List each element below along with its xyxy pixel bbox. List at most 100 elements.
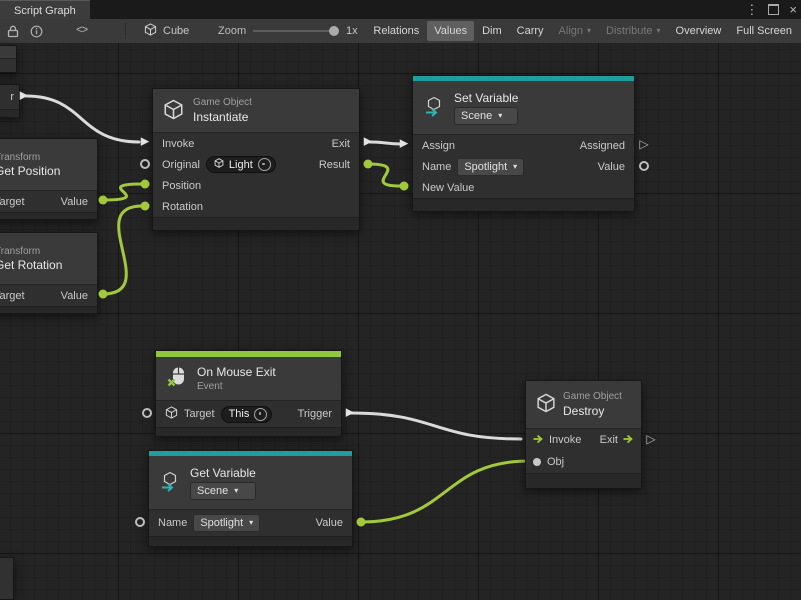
variable-name-dropdown[interactable]: Spotlight ▾ — [193, 514, 260, 532]
tab-menu-icon[interactable]: ⋮ — [745, 3, 758, 16]
relations-button[interactable]: Relations — [366, 21, 426, 41]
port-label-value: Value — [598, 161, 625, 173]
object-picker-icon[interactable] — [258, 158, 271, 171]
node-title: Destroy — [563, 404, 622, 418]
obj-port-dot[interactable] — [533, 458, 541, 466]
graph-owner-label: Cube — [163, 25, 189, 37]
variable-kind-dropdown[interactable]: Scene ▾ — [454, 107, 518, 125]
close-icon[interactable]: × — [789, 3, 797, 16]
chevron-down-icon: ▾ — [513, 163, 517, 171]
unity-script-graph-window: Script Graph ⋮ × <> Cube Zoom — [0, 0, 801, 600]
port-set-variable-value-output[interactable] — [639, 161, 649, 171]
node-category: Game Object — [563, 391, 622, 402]
port-label-trigger: Trigger — [298, 408, 332, 420]
port-label-name: Name — [422, 161, 451, 173]
node-fragment-bottom[interactable] — [0, 557, 14, 600]
port-label-original: Original — [162, 159, 200, 171]
port-instantiate-invoke-input[interactable]: ▶ — [141, 137, 149, 148]
port-label-target: Target — [184, 408, 215, 420]
node-category: Game Object — [193, 97, 252, 108]
node-get-rotation[interactable]: Transform Get Rotation Target Value — [0, 232, 98, 314]
game-object-icon — [536, 393, 556, 416]
port-instantiate-result-output[interactable] — [364, 160, 373, 169]
distribute-button[interactable]: Distribute ▾ — [599, 21, 667, 41]
port-mouse-exit-target-input[interactable] — [142, 408, 152, 418]
port-label-invoke: Invoke — [549, 434, 581, 446]
cube-icon — [165, 406, 178, 422]
tab-bar: Script Graph ⋮ × — [0, 0, 801, 19]
node-category: Transform — [0, 152, 40, 163]
node-title: Get Rotation — [0, 258, 62, 272]
port-set-variable-assign-input[interactable]: ▶ — [400, 139, 408, 150]
node-get-variable[interactable]: Get Variable Scene ▾ Name Spotlight ▾ Va… — [148, 450, 353, 547]
full-screen-button[interactable]: Full Screen — [729, 21, 799, 41]
dim-button[interactable]: Dim — [475, 21, 509, 41]
chevron-down-icon: ▾ — [234, 487, 238, 495]
zoom-slider-track[interactable] — [253, 30, 339, 32]
carry-button[interactable]: Carry — [510, 21, 551, 41]
node-resize-strip — [0, 109, 19, 117]
flow-out-arrow-icon[interactable] — [623, 434, 634, 447]
node-on-mouse-exit[interactable]: On Mouse Exit Event Target This Trigger — [155, 350, 342, 437]
port-instantiate-exit-output[interactable]: ▶ — [364, 137, 372, 148]
maximize-icon[interactable] — [768, 4, 779, 15]
cube-icon — [214, 158, 224, 171]
node-resize-strip — [153, 217, 359, 230]
object-field-this[interactable]: This — [221, 406, 273, 423]
tab-script-graph[interactable]: Script Graph — [0, 0, 90, 20]
port-label-result: Result — [319, 159, 350, 171]
variable-name-dropdown[interactable]: Spotlight ▾ — [457, 158, 524, 176]
port-get-rotation-value-output[interactable] — [99, 290, 108, 299]
node-fragment-event[interactable]: r — [0, 84, 20, 117]
window-controls: ⋮ × — [745, 0, 797, 19]
port-instantiate-rotation-input[interactable] — [141, 202, 150, 211]
port-label-rotation: Rotation — [162, 201, 203, 213]
port-get-position-value-output[interactable] — [99, 196, 108, 205]
zoom-slider-handle[interactable] — [329, 26, 339, 36]
port-mouse-exit-trigger-output[interactable]: ▶ — [346, 408, 354, 419]
toolbar-separator — [125, 23, 126, 39]
node-instantiate[interactable]: Game Object Instantiate Invoke Exit Orig… — [152, 88, 360, 231]
port-label-value: Value — [316, 517, 343, 529]
zoom-value: 1x — [346, 19, 358, 43]
graph-owner[interactable]: Cube — [144, 19, 189, 43]
info-icon[interactable] — [30, 19, 43, 43]
variable-kind-dropdown[interactable]: Scene ▾ — [190, 482, 256, 500]
zoom-slider[interactable] — [253, 19, 339, 43]
chevron-down-icon: ▾ — [249, 519, 253, 527]
port-get-variable-value-output[interactable] — [357, 518, 366, 527]
node-fragment-top[interactable] — [0, 45, 17, 73]
variable-icon — [423, 95, 445, 120]
port-instantiate-position-input[interactable] — [141, 180, 150, 189]
object-field-light[interactable]: Light — [206, 156, 276, 173]
node-title: Get Position — [0, 164, 60, 178]
node-get-position[interactable]: Transform Get Position Target Value — [0, 138, 98, 220]
lock-icon[interactable] — [7, 19, 19, 43]
flow-in-arrow-icon[interactable] — [533, 434, 544, 447]
port-set-variable-assigned-output[interactable]: ▷ — [639, 138, 648, 150]
node-title: Instantiate — [193, 110, 252, 124]
chevron-down-icon: ▾ — [657, 27, 661, 35]
port-destroy-exit-output[interactable]: ▷ — [646, 433, 655, 445]
game-object-icon — [163, 99, 184, 123]
node-destroy[interactable]: Game Object Destroy Invoke Exit Obj — [525, 380, 642, 489]
values-button[interactable]: Values — [427, 21, 474, 41]
port-set-variable-new-value-input[interactable] — [400, 182, 409, 191]
port-fragment-trigger-output[interactable]: ▶ — [20, 91, 28, 102]
port-label-assigned: Assigned — [580, 140, 625, 152]
node-resize-strip — [0, 306, 97, 313]
object-field-value: Light — [229, 159, 253, 171]
port-label-target: Target — [0, 290, 25, 302]
align-button[interactable]: Align ▾ — [552, 21, 598, 41]
node-resize-strip — [156, 427, 341, 436]
node-set-variable[interactable]: Set Variable Scene ▾ Assign Assigned Nam… — [412, 75, 635, 212]
variable-icon — [159, 470, 181, 495]
port-get-variable-name-input[interactable] — [135, 517, 145, 527]
overview-button[interactable]: Overview — [669, 21, 729, 41]
object-picker-icon[interactable] — [254, 408, 267, 421]
node-resize-strip — [413, 198, 634, 211]
object-field-value: This — [229, 408, 250, 420]
code-preview-icon[interactable]: <> — [76, 19, 87, 43]
port-instantiate-original-input[interactable] — [140, 159, 150, 169]
node-title: Get Variable — [190, 466, 256, 480]
